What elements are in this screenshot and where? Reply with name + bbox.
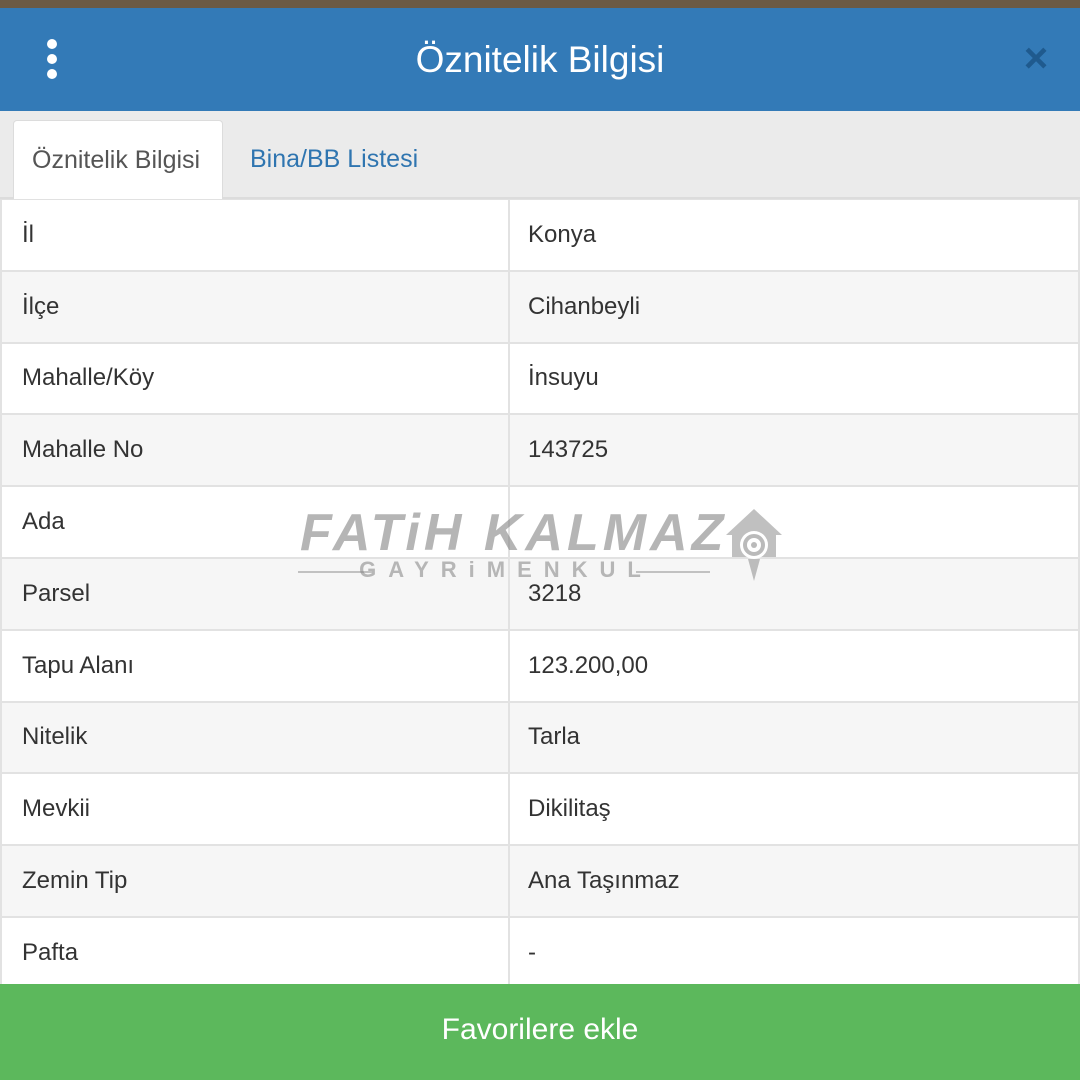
table-row: Mevkii Dikilitaş <box>0 774 1080 847</box>
table-row: Nitelik Tarla <box>0 702 1080 775</box>
attribute-value: 143725 <box>510 415 1080 486</box>
attribute-key: Mahalle No <box>0 415 510 486</box>
attribute-key: İl <box>0 200 510 270</box>
table-row: Ada <box>0 487 1080 559</box>
table-row: Zemin Tip Ana Taşınmaz <box>0 846 1080 918</box>
attribute-key: Pafta <box>0 917 510 988</box>
attribute-key: Tapu Alanı <box>0 630 510 701</box>
table-row: Mahalle No 143725 <box>0 415 1080 488</box>
tab-bar: Öznitelik Bilgisi Bina/BB Listesi <box>0 111 1080 200</box>
table-row: İlçe Cihanbeyli <box>0 271 1080 344</box>
table-row: Parsel 3218 <box>0 558 1080 631</box>
attribute-value: - <box>510 917 1080 988</box>
add-to-favorites-button[interactable]: Favorilere ekle <box>0 984 1080 1080</box>
attribute-value: Cihanbeyli <box>510 271 1080 342</box>
panel-title: Öznitelik Bilgisi <box>415 39 665 80</box>
attribute-key: Zemin Tip <box>0 846 510 916</box>
table-row: Mahalle/Köy İnsuyu <box>0 343 1080 416</box>
attribute-value: 123.200,00 <box>510 630 1080 701</box>
attribute-key: Parsel <box>0 558 510 629</box>
tab-building-list[interactable]: Bina/BB Listesi <box>232 120 436 200</box>
attribute-info-panel: Öznitelik Bilgisi × Öznitelik Bilgisi Bi… <box>0 8 1080 1080</box>
table-row: İl Konya <box>0 200 1080 272</box>
table-row: Tapu Alanı 123.200,00 <box>0 630 1080 703</box>
table-row: Pafta - <box>0 917 1080 990</box>
attribute-value: İnsuyu <box>510 343 1080 414</box>
attribute-value: Dikilitaş <box>510 774 1080 845</box>
attribute-key: Ada <box>0 487 510 557</box>
panel-header: Öznitelik Bilgisi × <box>0 8 1080 111</box>
attribute-key: Nitelik <box>0 702 510 773</box>
more-options-icon[interactable] <box>34 36 70 82</box>
close-icon[interactable]: × <box>1016 37 1056 79</box>
attribute-table: İl Konya İlçe Cihanbeyli Mahalle/Köy İns… <box>0 199 1080 990</box>
attribute-key: Mahalle/Köy <box>0 343 510 414</box>
attribute-value <box>510 487 1080 557</box>
attribute-key: Mevkii <box>0 774 510 845</box>
attribute-value: Ana Taşınmaz <box>510 846 1080 916</box>
attribute-value: 3218 <box>510 558 1080 629</box>
attribute-key: İlçe <box>0 271 510 342</box>
attribute-value: Tarla <box>510 702 1080 773</box>
tab-attribute-info[interactable]: Öznitelik Bilgisi <box>13 120 223 200</box>
attribute-value: Konya <box>510 200 1080 270</box>
